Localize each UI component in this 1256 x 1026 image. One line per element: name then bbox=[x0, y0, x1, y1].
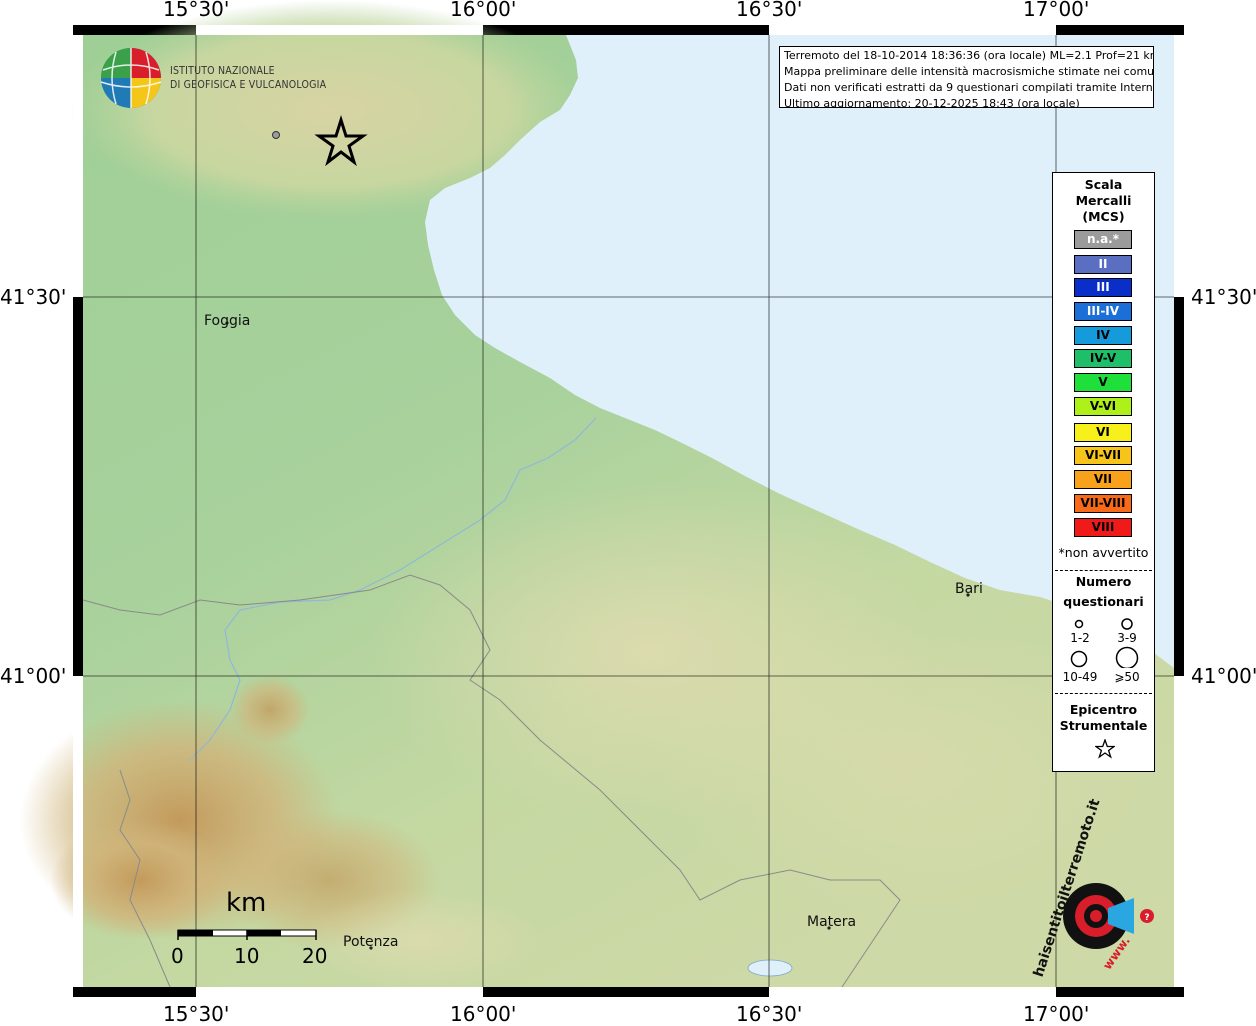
right-lat-label-2: 41°00' bbox=[1191, 664, 1256, 688]
not-felt-note: *non avvertito bbox=[1058, 545, 1149, 560]
svg-text:?: ? bbox=[1144, 913, 1149, 923]
left-lat-label-2: 41°00' bbox=[0, 664, 67, 688]
top-lon-label-2: 16°00' bbox=[450, 0, 517, 21]
right-lat-label-1: 41°30' bbox=[1191, 285, 1256, 309]
scale-tick-0: 0 bbox=[171, 944, 184, 968]
event-info-box: Terremoto del 18-10-2014 18:36:36 (ora l… bbox=[779, 46, 1154, 108]
questionnaire-point[interactable] bbox=[272, 131, 280, 139]
count-label-3: 10-49 bbox=[1062, 670, 1098, 684]
ingv-logo-text: ISTITUTO NAZIONALE DI GEOFISICA E VULCAN… bbox=[170, 65, 327, 91]
legend-swatch-iv: IV bbox=[1074, 326, 1132, 345]
event-info-line: Ultimo aggiornamento: 20-12-2025 18:43 (… bbox=[784, 97, 1080, 108]
bottom-lon-label-1: 15°30' bbox=[163, 1002, 230, 1026]
scale-tick-20: 20 bbox=[302, 944, 328, 968]
city-label-potenza: Potenza bbox=[343, 934, 399, 950]
top-lon-label-3: 16°30' bbox=[736, 0, 803, 21]
city-label-bari: Bari bbox=[955, 581, 983, 597]
legend-swatch-iii-iv: III-IV bbox=[1074, 302, 1132, 321]
epicenter-star-icon bbox=[1095, 739, 1115, 759]
event-info-line: Mappa preliminare delle intensità macros… bbox=[784, 65, 1154, 78]
legend-swatch-vii: VII bbox=[1074, 470, 1132, 489]
count-label-2: 3-9 bbox=[1117, 631, 1137, 645]
count-label-4: ⩾50 bbox=[1114, 670, 1140, 684]
legend-swatch-ii: II bbox=[1074, 255, 1132, 274]
ingv-logo-icon bbox=[100, 48, 162, 108]
count-title: Numero questionari bbox=[1063, 574, 1144, 609]
legend-swatch-v-vi: V-VI bbox=[1074, 397, 1132, 416]
legend-swatch-viii: VIII bbox=[1074, 518, 1132, 537]
scale-unit: km bbox=[226, 888, 267, 918]
count-label-1: 1-2 bbox=[1070, 631, 1090, 645]
bottom-lon-label-2: 16°00' bbox=[450, 1002, 517, 1026]
epicenter-title: Epicentro Strumentale bbox=[1059, 702, 1148, 733]
bottom-lon-label-4: 17°00' bbox=[1023, 1002, 1090, 1026]
legend-title: Scala Mercalli (MCS) bbox=[1075, 177, 1132, 224]
legend-swatch-n-a: n.a.* bbox=[1074, 230, 1132, 249]
legend-swatch-vi-vii: VI-VII bbox=[1074, 446, 1132, 465]
city-label-foggia: Foggia bbox=[204, 313, 251, 329]
haisentito-text: haisentitoilterremoto.it bbox=[1030, 796, 1104, 980]
legend-swatch-iii: III bbox=[1074, 278, 1132, 297]
scale-tick-10: 10 bbox=[234, 944, 260, 968]
top-lon-label-4: 17°00' bbox=[1023, 0, 1090, 21]
mcs-legend: Scala Mercalli (MCS) n.a.* II III III-IV IV I… bbox=[1052, 172, 1155, 772]
lake bbox=[747, 959, 793, 977]
event-info-line: Dati non verificati estratti da 9 questi… bbox=[784, 81, 1154, 94]
top-lon-label-1: 15°30' bbox=[163, 0, 230, 21]
legend-swatch-iv-v: IV-V bbox=[1074, 349, 1132, 368]
city-label-matera: Matera bbox=[807, 914, 857, 930]
bottom-lon-label-3: 16°30' bbox=[736, 1002, 803, 1026]
map-area bbox=[20, 0, 1174, 991]
left-lat-label-1: 41°30' bbox=[0, 285, 67, 309]
legend-swatch-v: V bbox=[1074, 373, 1132, 392]
event-info-line: Terremoto del 18-10-2014 18:36:36 (ora l… bbox=[784, 49, 1154, 62]
legend-swatch-vi: VI bbox=[1074, 423, 1132, 442]
legend-swatch-vii-viii: VII-VIII bbox=[1074, 494, 1132, 513]
